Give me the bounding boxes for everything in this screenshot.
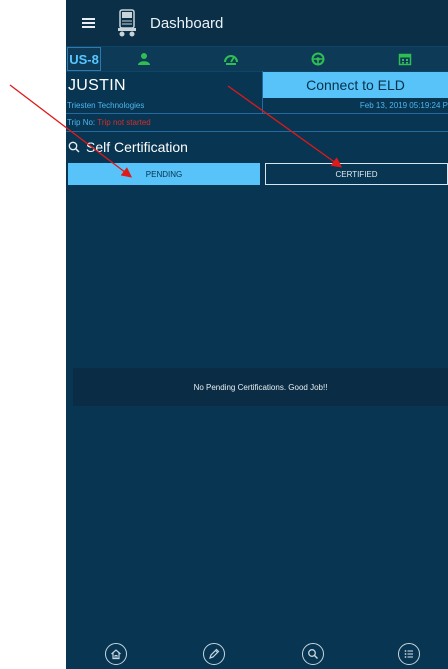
tab-pending[interactable]: PENDING	[68, 163, 260, 185]
gauge-icon[interactable]	[188, 52, 275, 66]
truck-icon	[118, 9, 136, 37]
calendar-icon[interactable]	[361, 52, 448, 66]
status-code-badge: US-8	[67, 47, 101, 71]
driver-row: JUSTIN Connect to ELD	[66, 71, 448, 99]
steering-wheel-icon[interactable]	[275, 52, 362, 66]
divider	[66, 113, 448, 114]
company-name: Triesten Technologies	[67, 101, 145, 110]
app-screen: Dashboard US-8 JUSTIN Connect to ELD Tri…	[66, 0, 448, 669]
page-title: Dashboard	[150, 14, 224, 32]
certification-tabs: PENDING CERTIFIED	[68, 163, 448, 185]
tab-certified[interactable]: CERTIFIED	[265, 163, 448, 185]
trip-label: Trip No:	[67, 118, 96, 127]
bottom-navigation	[66, 640, 448, 669]
current-datetime: Feb 13, 2019 05:19:24 P	[359, 101, 448, 110]
search-icon	[68, 141, 80, 153]
top-app-bar: Dashboard	[66, 0, 448, 46]
driver-name: JUSTIN	[68, 77, 126, 94]
trip-value: Trip not started	[97, 118, 151, 127]
list-icon[interactable]	[398, 643, 420, 665]
divider	[66, 131, 448, 132]
trip-info: Trip No: Trip not started	[67, 118, 151, 127]
menu-icon[interactable]	[66, 0, 110, 46]
status-bar: US-8	[66, 46, 448, 72]
empty-state-message: No Pending Certifications. Good Job!!	[73, 368, 448, 406]
section-title: Self Certification	[86, 139, 188, 155]
driver-status-icon[interactable]	[101, 52, 188, 66]
pencil-icon[interactable]	[203, 643, 225, 665]
divider	[262, 71, 263, 114]
search-icon[interactable]	[302, 643, 324, 665]
section-header: Self Certification	[68, 138, 188, 156]
connect-eld-button[interactable]: Connect to ELD	[263, 72, 448, 98]
home-icon[interactable]	[105, 643, 127, 665]
